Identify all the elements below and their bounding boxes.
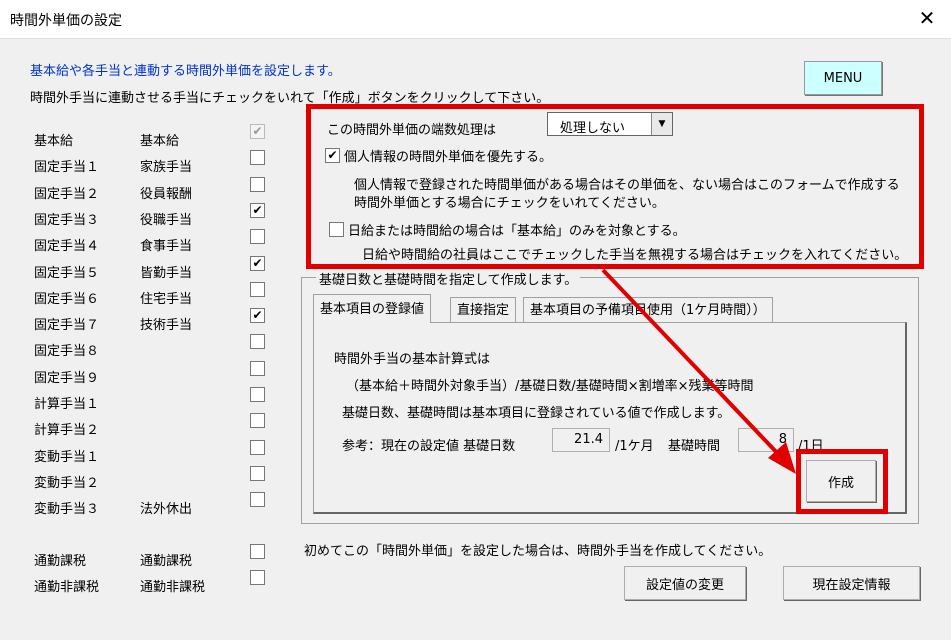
chevron-down-icon[interactable]: ▼	[651, 113, 672, 135]
commute-checkbox[interactable]	[250, 570, 265, 585]
allowance-checkbox[interactable]	[250, 387, 265, 402]
personal-priority-desc-2: 時間外単価とする場合にチェックをいれてください。	[354, 196, 665, 211]
base-days-unit: /1ケ月	[615, 439, 654, 454]
rounding-dropdown[interactable]: 処理しない ▼	[547, 112, 673, 136]
allowance-category: 固定手当６	[34, 292, 100, 307]
allowance-name: 役職手当	[140, 213, 193, 228]
rounding-selected: 処理しない	[560, 121, 626, 136]
personal-priority-desc-1: 個人情報で登録された時間単価がある場合はその単価を、ない場合はこのフォームで作成…	[354, 178, 900, 193]
allowance-checkbox[interactable]	[250, 492, 265, 507]
personal-priority-label: 個人情報の時間外単価を優先する。	[344, 150, 553, 165]
tab-spare-items[interactable]: 基本項目の予備項目使用（1ケ月時間））	[523, 297, 773, 323]
allowance-name: 法外休出	[140, 502, 193, 517]
tab-direct-entry[interactable]: 直接指定	[450, 297, 517, 323]
allowance-checkbox[interactable]	[250, 413, 265, 428]
commute-name: 通勤非課税	[140, 580, 206, 595]
allowance-category: 固定手当５	[34, 266, 100, 281]
allowance-checkbox[interactable]: ✔	[250, 308, 265, 323]
allowance-category: 固定手当７	[34, 318, 100, 333]
base-days-value: 21.4	[552, 428, 610, 452]
formula-title: 時間外手当の基本計算式は	[334, 352, 491, 367]
menu-button[interactable]: MENU	[804, 61, 882, 95]
allowance-category: 変動手当３	[34, 502, 100, 517]
allowance-checkbox[interactable]	[250, 282, 265, 297]
rounding-label: この時間外単価の端数処理は	[327, 123, 497, 138]
reference-label: 参考：現在の設定値 基礎日数	[342, 439, 516, 454]
allowance-name: 技術手当	[140, 318, 193, 333]
allowance-checkbox[interactable]	[250, 334, 265, 349]
formula-text: （基本給＋時間外対象手当）/基礎日数/基礎時間×割増率×残業等時間	[346, 379, 754, 394]
allowance-name: 役員報酬	[140, 187, 193, 202]
allowance-name: 食事手当	[140, 239, 193, 254]
change-settings-button[interactable]: 設定値の変更	[624, 566, 746, 600]
daily-hourly-label: 日給または時間給の場合は「基本給」のみを対象とする。	[348, 224, 686, 239]
allowance-category: 固定手当９	[34, 371, 100, 386]
create-button[interactable]: 作成	[806, 460, 876, 502]
formula-note: 基礎日数、基礎時間は基本項目に登録されている値で作成します。	[342, 406, 731, 421]
allowance-checkbox[interactable]	[250, 177, 265, 192]
allowance-checkbox[interactable]: ✔	[250, 256, 265, 271]
tab-registered-values[interactable]: 基本項目の登録値	[313, 294, 432, 323]
allowance-category: 固定手当１	[34, 160, 100, 175]
title-bar: 時間外単価の設定 ✕	[0, 0, 951, 39]
allowance-category: 固定手当２	[34, 187, 100, 202]
allowance-category: 固定手当４	[34, 239, 100, 254]
allowance-category: 変動手当１	[34, 450, 100, 465]
allowance-category: 計算手当１	[34, 397, 100, 412]
allowance-category: 固定手当３	[34, 213, 100, 228]
allowance-checkbox[interactable]: ✔	[250, 124, 265, 139]
allowance-checkbox[interactable]	[250, 466, 265, 481]
commute-name: 通勤課税	[140, 554, 193, 569]
allowance-category: 基本給	[34, 134, 74, 149]
window-title: 時間外単価の設定	[10, 13, 122, 29]
base-hours-label: 基礎時間	[668, 439, 721, 454]
allowance-category: 変動手当２	[34, 476, 100, 491]
personal-priority-checkbox[interactable]: ✔	[325, 148, 340, 163]
allowance-checkbox[interactable]: ✔	[250, 203, 265, 218]
allowance-category: 固定手当８	[34, 344, 100, 359]
allowance-category: 計算手当２	[34, 423, 100, 438]
allowance-checkbox[interactable]	[250, 229, 265, 244]
close-icon[interactable]: ✕	[915, 6, 939, 30]
commute-category: 通勤非課税	[34, 580, 100, 595]
allowance-name: 家族手当	[140, 160, 193, 175]
footer-note: 初めてこの「時間外単価」を設定した場合は、時間外手当を作成してください。	[304, 544, 772, 559]
allowance-name: 基本給	[140, 134, 180, 149]
allowance-checkbox[interactable]	[250, 361, 265, 376]
basis-group-label: 基礎日数と基礎時間を指定して作成します。	[316, 269, 581, 288]
intro-line-1: 基本給や各手当と連動する時間外単価を設定します。	[30, 64, 341, 79]
daily-hourly-checkbox[interactable]	[329, 222, 344, 237]
commute-category: 通勤課税	[34, 554, 87, 569]
allowance-checkbox[interactable]	[250, 440, 265, 455]
allowance-name: 住宅手当	[140, 292, 193, 307]
daily-hourly-desc: 日給や時間給の社員はここでチェックした手当を無視する場合はチェックを入れてくださ…	[362, 248, 908, 263]
base-hours-value: 8	[738, 428, 794, 452]
allowance-checkbox[interactable]	[250, 150, 265, 165]
commute-checkbox[interactable]	[250, 544, 265, 559]
allowance-name: 皆勤手当	[140, 266, 193, 281]
current-settings-button[interactable]: 現在設定情報	[783, 566, 920, 600]
